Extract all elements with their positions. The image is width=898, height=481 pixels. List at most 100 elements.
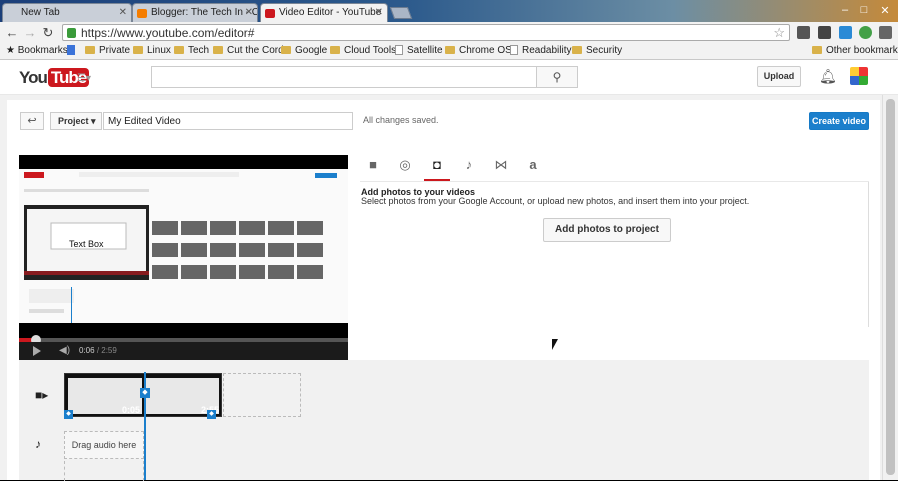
tab-camera-icon[interactable]: ◘: [424, 157, 450, 181]
address-bar[interactable]: https://www.youtube.com/editor# ☆: [62, 24, 790, 41]
tab-text-icon[interactable]: a: [520, 157, 546, 181]
back-button[interactable]: ↩: [20, 112, 44, 130]
video-track-icon: ■▸: [35, 388, 49, 402]
bookmark-label: Other bookmarks: [826, 45, 898, 56]
page-scrollbar[interactable]: [882, 95, 898, 480]
skype-icon[interactable]: [839, 26, 852, 39]
bookmark-tech[interactable]: Tech: [174, 45, 209, 56]
close-icon[interactable]: ✕: [119, 7, 127, 18]
minimize-button[interactable]: –: [836, 4, 854, 16]
video-editor: ↩ Project ▾ My Edited Video All changes …: [7, 100, 880, 481]
playhead-handle[interactable]: ◆: [140, 388, 150, 398]
clip-trim-start-handle[interactable]: ◆: [64, 410, 73, 419]
scrollbar-thumb[interactable]: [886, 99, 895, 475]
url-text: https://www.youtube.com/editor#: [81, 26, 255, 40]
divider: [360, 181, 869, 182]
tab-video-camera-icon[interactable]: ■: [360, 157, 386, 181]
bookmark-private[interactable]: Private: [85, 45, 130, 56]
tab-video-editor[interactable]: Video Editor - YouTube ✕: [260, 3, 388, 22]
folder-icon: [330, 46, 340, 54]
bookmark-label: Tech: [188, 45, 210, 56]
bookmark-label: Cloud Tools: [344, 45, 397, 56]
bookmark-chrome-os[interactable]: Chrome OS: [445, 45, 512, 56]
tab-label: Video Editor - YouTube: [279, 7, 382, 18]
upload-button[interactable]: Upload: [757, 66, 801, 87]
audio-drop-zone[interactable]: Drag audio here: [64, 431, 144, 459]
bell-icon[interactable]: 🔔︎: [819, 68, 837, 85]
blogger-icon: [137, 9, 147, 18]
back-icon[interactable]: ←: [4, 25, 20, 40]
bookmark-security[interactable]: Security: [572, 45, 622, 56]
maximize-button[interactable]: □: [855, 4, 873, 16]
timeline: ■▸ 0:05 2:55 ◆ ◆ ♪ Drag audio here ◆: [19, 360, 869, 481]
time-current: 0:06: [79, 346, 95, 355]
bookmark-other[interactable]: Other bookmarks: [812, 45, 898, 56]
new-tab-button[interactable]: [389, 7, 413, 19]
mouse-cursor-icon: [552, 339, 558, 350]
project-menu-button[interactable]: Project ▾: [50, 112, 102, 130]
close-window-button[interactable]: ✕: [876, 4, 894, 17]
tab-new-tab[interactable]: New Tab ✕: [2, 3, 132, 22]
menu-icon[interactable]: [879, 26, 892, 39]
clip-time-label: 0:05: [122, 405, 141, 415]
tab-cc-icon[interactable]: ◎: [392, 157, 418, 181]
folder-icon: [85, 46, 95, 54]
timeline-playhead[interactable]: ◆: [140, 372, 150, 480]
create-video-button[interactable]: Create video: [809, 112, 869, 130]
bookmark-label: Readability: [522, 45, 572, 56]
bookmark-cloud-tools[interactable]: Cloud Tools: [330, 45, 396, 56]
folder-icon: [445, 46, 455, 54]
project-title-input[interactable]: My Edited Video: [103, 112, 353, 130]
browser-toolbar: ← → ↻ https://www.youtube.com/editor# ☆: [0, 22, 898, 42]
lock-icon: [67, 28, 76, 38]
search-input[interactable]: [151, 66, 537, 88]
bookmark-label: Google: [295, 45, 328, 56]
volume-icon[interactable]: ◀︎): [59, 345, 70, 356]
tab-blogger[interactable]: Blogger: The Tech In - Cr ✕: [132, 3, 258, 22]
extension-icon[interactable]: [818, 26, 831, 39]
avatar[interactable]: [850, 67, 868, 85]
browser-tab-strip: New Tab ✕ Blogger: The Tech In - Cr ✕ Vi…: [0, 0, 898, 22]
clip-drop-zone[interactable]: [223, 373, 301, 417]
tab-music-note-icon[interactable]: ♪: [456, 157, 482, 181]
bookmark-linux[interactable]: Linux: [133, 45, 171, 56]
youtube-header: You Tube ☰▾ ⚲ Upload 🔔︎: [0, 60, 898, 95]
bookmark-label: Satellite: [407, 45, 443, 56]
bookmark-google[interactable]: Google: [281, 45, 327, 56]
add-photos-button[interactable]: Add photos to project: [543, 218, 671, 242]
search-button[interactable]: ⚲: [536, 66, 578, 88]
search-icon: ⚲: [552, 70, 562, 84]
folder-icon: [174, 46, 184, 54]
preview-text-box: Text Box: [69, 239, 104, 249]
forward-icon[interactable]: →: [22, 25, 38, 40]
folder-icon: [281, 46, 291, 54]
location-icon[interactable]: [859, 26, 872, 39]
star-icon[interactable]: ☆: [773, 25, 785, 41]
bookmark-label: Cut the Cord: [227, 45, 284, 56]
bookmarks-bar: ★ Bookmarks Private Linux Tech Cut the C…: [0, 42, 898, 60]
clip-trim-end-handle[interactable]: ◆: [207, 410, 216, 419]
logo-you: You: [19, 68, 48, 87]
guide-menu-icon[interactable]: ☰▾: [77, 73, 93, 84]
page-icon: [395, 45, 403, 55]
bookmark-google-icon[interactable]: [67, 45, 79, 56]
tab-transitions-icon[interactable]: ⋈: [488, 157, 514, 181]
audio-track-extension: [64, 461, 144, 481]
reload-icon[interactable]: ↻: [40, 25, 56, 41]
folder-icon: [812, 46, 822, 54]
save-status: All changes saved.: [363, 115, 439, 125]
close-icon[interactable]: ✕: [245, 7, 253, 18]
bookmark-cut-the-cord[interactable]: Cut the Cord: [213, 45, 284, 56]
tab-label: New Tab: [21, 7, 60, 18]
bookmark-readability[interactable]: Readability: [510, 45, 571, 56]
close-icon[interactable]: ✕: [375, 7, 383, 18]
folder-icon: [213, 46, 223, 54]
tab-label: Blogger: The Tech In - Cr: [151, 7, 258, 18]
bookmark-satellite[interactable]: Satellite: [395, 45, 443, 56]
play-icon[interactable]: [33, 346, 41, 356]
cast-icon[interactable]: [797, 26, 810, 39]
music-note-icon: ♪: [35, 437, 41, 451]
photos-panel: Add photos to your videos Select photos …: [360, 181, 869, 327]
bookmarks-star[interactable]: ★ Bookmarks: [6, 45, 68, 56]
preview-player[interactable]: Text Box ◀︎) 0:06 / 2:59: [19, 155, 348, 360]
